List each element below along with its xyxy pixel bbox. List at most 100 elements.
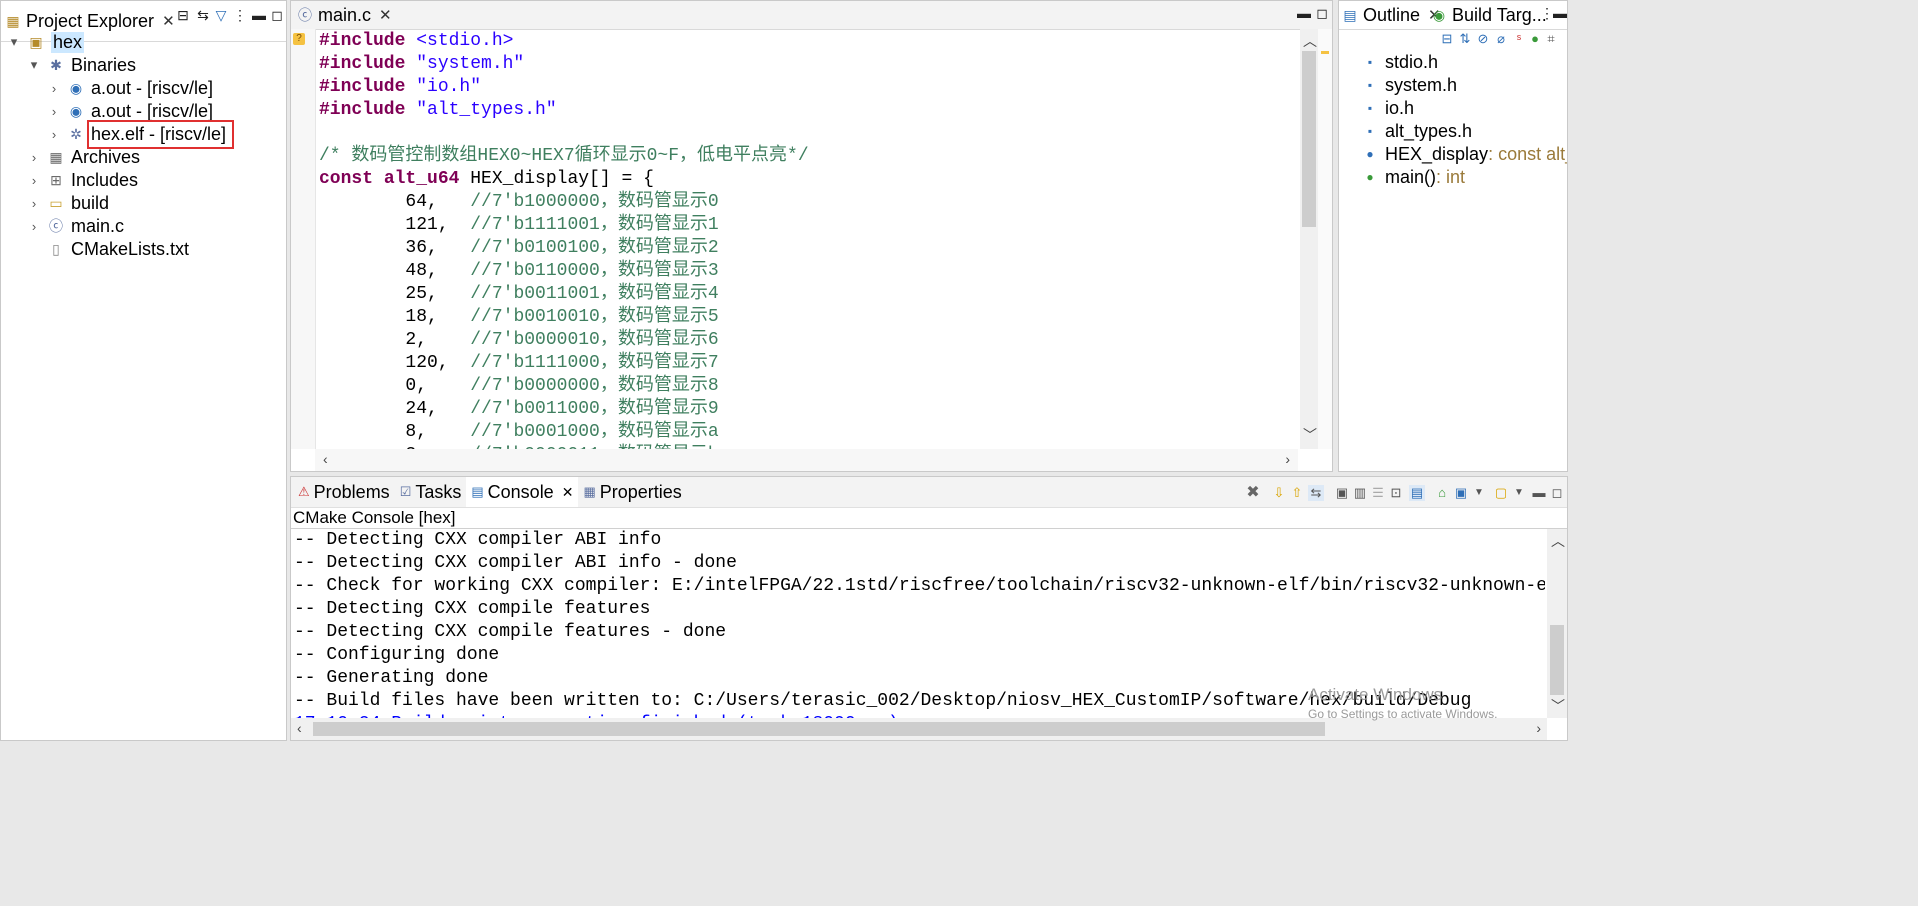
chevron-down-icon[interactable]: ▼ bbox=[1471, 485, 1487, 501]
link-editor-icon[interactable]: ⇆ bbox=[195, 7, 211, 23]
pin-console-icon[interactable]: ⌂ bbox=[1434, 485, 1450, 501]
collapse-icon[interactable]: › bbox=[27, 219, 41, 234]
code-token: 25, bbox=[319, 284, 471, 304]
chevron-down-icon[interactable]: ▼ bbox=[1511, 485, 1527, 501]
sort-icon[interactable]: ⇅ bbox=[1457, 31, 1473, 47]
hide-members-icon[interactable]: ● bbox=[1527, 31, 1543, 47]
tab-tasks[interactable]: ☑ Tasks bbox=[395, 477, 467, 507]
collapse-icon[interactable]: › bbox=[27, 196, 41, 211]
previous-icon[interactable]: ⇧ bbox=[1289, 485, 1305, 501]
code-token: "alt_types.h" bbox=[416, 100, 557, 120]
scroll-up-icon[interactable]: ︿ bbox=[1303, 31, 1317, 51]
tasks-icon: ☑ bbox=[399, 484, 412, 499]
editor-ruler: ? bbox=[291, 29, 316, 449]
console-vscrollbar[interactable]: ︿ ﹀ bbox=[1547, 529, 1567, 718]
code-token: //7'b0000010，数码管显示6 bbox=[470, 330, 719, 350]
scroll-right-icon[interactable]: › bbox=[1536, 720, 1541, 736]
tab-main-c[interactable]: ⓒ main.c ✕ bbox=[297, 1, 392, 29]
console-line: -- Check for working CXX compiler: E:/in… bbox=[294, 576, 1545, 596]
code-line: /* 数码管控制数组HEX0~HEX7循环显示0~F，低电平点亮*/ bbox=[319, 145, 1298, 168]
group-icon[interactable]: ⌗ bbox=[1543, 31, 1559, 47]
warning-marker-icon[interactable]: ? bbox=[293, 33, 305, 45]
variable-icon: ● bbox=[1366, 147, 1374, 161]
scroll-left-icon[interactable]: ‹ bbox=[297, 720, 302, 736]
filter-icon[interactable]: ▽ bbox=[213, 7, 229, 23]
outline-tabbar: ▤ Outline ✕ ◉ Build Targ... ⋮ ▬ bbox=[1339, 1, 1567, 30]
collapse-all-icon[interactable]: ⊟ bbox=[1439, 31, 1455, 47]
show-console-icon[interactable]: ▤ bbox=[1409, 485, 1425, 501]
hide-nonpublic-icon[interactable]: ˢ bbox=[1511, 31, 1527, 47]
code-token: 0, bbox=[319, 376, 471, 396]
maximize-icon[interactable]: ◻ bbox=[1314, 5, 1330, 21]
hide-static-icon[interactable]: ⌀ bbox=[1493, 31, 1509, 47]
tab-console[interactable]: ▤ Console ✕ bbox=[466, 477, 579, 507]
layout2-icon[interactable]: ▥ bbox=[1352, 485, 1368, 501]
collapse-icon[interactable]: › bbox=[27, 150, 41, 165]
scroll-down-icon[interactable]: ﹀ bbox=[1303, 425, 1317, 445]
code-line: 48, //7'b0110000，数码管显示3 bbox=[319, 260, 1298, 283]
tree-item[interactable]: ▯ CMakeLists.txt bbox=[27, 236, 189, 262]
scroll-right-icon[interactable]: › bbox=[1285, 451, 1290, 467]
console-icon: ▤ bbox=[471, 484, 484, 499]
outline-item[interactable]: ● main() : int bbox=[1361, 164, 1465, 190]
outline-item-label: main() bbox=[1385, 166, 1437, 187]
console-hscrollbar[interactable]: ‹ › bbox=[291, 718, 1547, 740]
minimize-icon[interactable]: ▬ bbox=[1531, 485, 1547, 501]
code-token: //7'b0001000，数码管显示a bbox=[470, 422, 719, 442]
close-icon[interactable]: ✕ bbox=[162, 12, 175, 30]
collapse-icon[interactable]: › bbox=[47, 81, 61, 96]
tree-item-label: Includes bbox=[71, 169, 139, 190]
next-icon[interactable]: ⇩ bbox=[1271, 485, 1287, 501]
minimize-icon[interactable]: ▬ bbox=[1296, 5, 1312, 21]
console-line: -- Detecting CXX compiler ABI info - don… bbox=[294, 553, 737, 573]
clear-icon[interactable]: ☰ bbox=[1370, 485, 1386, 501]
close-icon[interactable]: ✕ bbox=[379, 6, 392, 24]
overview-marker[interactable] bbox=[1321, 51, 1329, 54]
link-icon[interactable]: ⇆ bbox=[1308, 485, 1324, 501]
minimize-icon[interactable]: ▬ bbox=[1552, 5, 1567, 21]
scroll-up-icon[interactable]: ︿ bbox=[1551, 531, 1565, 551]
editor-panel: ⓒ main.c ✕ ▬ ◻ ? #include <stdio.h> #incl… bbox=[290, 0, 1333, 472]
view-menu-icon[interactable]: ⋮ bbox=[232, 7, 248, 23]
bottom-panel: ⚠ Problems ☑ Tasks ▤ Console ✕ ▦ Properties ✖ ⇩ … bbox=[290, 476, 1568, 741]
code-token: alt_u64 bbox=[383, 169, 471, 189]
layout-icon[interactable]: ▣ bbox=[1334, 485, 1350, 501]
new-console-icon[interactable]: ▢ bbox=[1493, 485, 1509, 501]
display-console-icon[interactable]: ▣ bbox=[1453, 485, 1469, 501]
collapse-icon[interactable]: › bbox=[27, 173, 41, 188]
minimize-icon[interactable]: ▬ bbox=[251, 7, 267, 23]
scroll-down-icon[interactable]: ﹀ bbox=[1551, 696, 1565, 716]
tab-outline[interactable]: ▤ Outline ✕ bbox=[1342, 1, 1440, 29]
tab-label: Problems bbox=[313, 481, 390, 502]
expand-icon[interactable]: ▾ bbox=[7, 34, 21, 50]
maximize-icon[interactable]: ◻ bbox=[1549, 485, 1565, 501]
outline-tree: ▪ stdio.h ▪ system.h ▪ io.h ▪ alt_types.h ● HEX_d… bbox=[1339, 49, 1567, 471]
code-area[interactable]: #include <stdio.h> #include "system.h" #in… bbox=[319, 29, 1298, 449]
collapse-icon[interactable]: › bbox=[47, 127, 61, 142]
editor-vscrollbar[interactable]: ︿ ﹀ bbox=[1300, 29, 1318, 449]
outline-item-label: HEX_display bbox=[1385, 143, 1489, 164]
maximize-icon[interactable]: ◻ bbox=[269, 7, 285, 23]
problems-icon: ⚠ bbox=[298, 484, 310, 499]
tree-item-label: hex bbox=[51, 31, 85, 53]
scroll-thumb[interactable] bbox=[313, 722, 1325, 736]
editor-hscrollbar[interactable]: ‹ › bbox=[315, 449, 1298, 471]
scroll-thumb[interactable] bbox=[1550, 625, 1564, 695]
collapse-all-icon[interactable]: ⊟ bbox=[175, 7, 191, 23]
scroll-lock-icon[interactable]: ⊡ bbox=[1388, 485, 1404, 501]
scroll-thumb[interactable] bbox=[1302, 51, 1316, 227]
close-icon[interactable]: ✕ bbox=[562, 484, 574, 501]
code-line: #include "system.h" bbox=[319, 53, 1298, 76]
tab-properties[interactable]: ▦ Properties bbox=[578, 477, 686, 507]
code-token: //7'b0011001，数码管显示4 bbox=[470, 284, 719, 304]
tab-build-targets[interactable]: ◉ Build Targ... bbox=[1431, 1, 1547, 29]
code-line: 36, //7'b0100100，数码管显示2 bbox=[319, 237, 1298, 260]
scroll-left-icon[interactable]: ‹ bbox=[323, 451, 328, 467]
tab-problems[interactable]: ⚠ Problems bbox=[293, 477, 395, 507]
terminate-icon[interactable]: ✖ bbox=[1245, 485, 1261, 501]
code-token: "io.h" bbox=[416, 77, 482, 97]
hide-fields-icon[interactable]: ⊘ bbox=[1475, 31, 1491, 47]
expand-icon[interactable]: ▾ bbox=[27, 57, 41, 73]
collapse-icon[interactable]: › bbox=[47, 104, 61, 119]
tab-label: Properties bbox=[599, 481, 682, 502]
